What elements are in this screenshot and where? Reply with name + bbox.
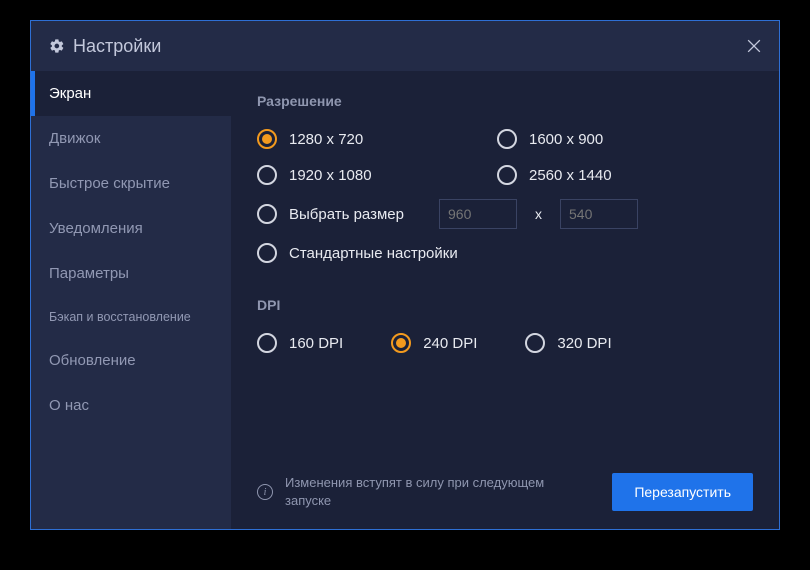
sidebar-item-label: Движок (49, 130, 100, 147)
radio-label: 240 DPI (423, 335, 477, 352)
gear-icon (49, 38, 65, 54)
sidebar-item-label: Экран (49, 85, 91, 102)
sidebar-item-label: О нас (49, 397, 89, 414)
sidebar-item-label: Бэкап и восстановление (49, 310, 191, 324)
radio-label: 320 DPI (557, 335, 611, 352)
sidebar-item-label: Уведомления (49, 220, 143, 237)
info-icon: i (257, 484, 273, 500)
resolution-option-default[interactable]: Стандартные настройки (257, 241, 753, 265)
radio-label: Выбрать размер (289, 206, 404, 223)
custom-height-input[interactable] (560, 199, 638, 229)
size-separator: x (535, 206, 542, 222)
footer: i Изменения вступят в силу при следующем… (257, 457, 753, 511)
dpi-options: 160 DPI 240 DPI 320 DPI (257, 331, 753, 355)
resolution-option-1600x900[interactable]: 1600 x 900 (497, 127, 753, 151)
titlebar: Настройки (31, 21, 779, 71)
resolution-title: Разрешение (257, 93, 753, 109)
radio-icon (257, 333, 277, 353)
resolution-custom-row: Выбрать размер x (257, 199, 753, 229)
radio-label: 1920 x 1080 (289, 167, 372, 184)
radio-label: 160 DPI (289, 335, 343, 352)
radio-icon (391, 333, 411, 353)
resolution-option-1280x720[interactable]: 1280 x 720 (257, 127, 497, 151)
resolution-option-1920x1080[interactable]: 1920 x 1080 (257, 163, 497, 187)
radio-icon (525, 333, 545, 353)
sidebar-item-label: Быстрое скрытие (49, 175, 170, 192)
settings-window: Настройки Экран Движок Быстрое скрытие У… (30, 20, 780, 530)
sidebar-item-label: Параметры (49, 265, 129, 282)
sidebar-item-notifications[interactable]: Уведомления (31, 206, 231, 251)
radio-icon (497, 165, 517, 185)
sidebar-item-label: Обновление (49, 352, 136, 369)
radio-icon (497, 129, 517, 149)
dpi-option-240[interactable]: 240 DPI (391, 331, 477, 355)
dpi-option-320[interactable]: 320 DPI (525, 331, 611, 355)
resolution-option-2560x1440[interactable]: 2560 x 1440 (497, 163, 753, 187)
sidebar-item-backup[interactable]: Бэкап и восстановление (31, 296, 231, 338)
sidebar-item-quick-hide[interactable]: Быстрое скрытие (31, 161, 231, 206)
footer-notice: Изменения вступят в силу при следующем з… (285, 474, 545, 510)
window-title: Настройки (73, 36, 161, 57)
radio-icon (257, 129, 277, 149)
content-panel: Разрешение 1280 x 720 1600 x 900 1920 x … (231, 71, 779, 529)
resolution-options: 1280 x 720 1600 x 900 1920 x 1080 2560 x… (257, 127, 753, 187)
sidebar: Экран Движок Быстрое скрытие Уведомления… (31, 71, 231, 529)
radio-icon (257, 204, 277, 224)
radio-label: 1280 x 720 (289, 131, 363, 148)
close-icon[interactable] (743, 35, 765, 57)
radio-icon (257, 165, 277, 185)
sidebar-item-update[interactable]: Обновление (31, 338, 231, 383)
sidebar-item-about[interactable]: О нас (31, 383, 231, 428)
restart-button[interactable]: Перезапустить (612, 473, 753, 511)
dpi-title: DPI (257, 297, 753, 313)
resolution-option-custom[interactable]: Выбрать размер (257, 202, 427, 226)
sidebar-item-screen[interactable]: Экран (31, 71, 231, 116)
dpi-option-160[interactable]: 160 DPI (257, 331, 343, 355)
radio-label: Стандартные настройки (289, 245, 458, 262)
custom-width-input[interactable] (439, 199, 517, 229)
sidebar-item-parameters[interactable]: Параметры (31, 251, 231, 296)
radio-icon (257, 243, 277, 263)
radio-label: 2560 x 1440 (529, 167, 612, 184)
radio-label: 1600 x 900 (529, 131, 603, 148)
sidebar-item-engine[interactable]: Движок (31, 116, 231, 161)
